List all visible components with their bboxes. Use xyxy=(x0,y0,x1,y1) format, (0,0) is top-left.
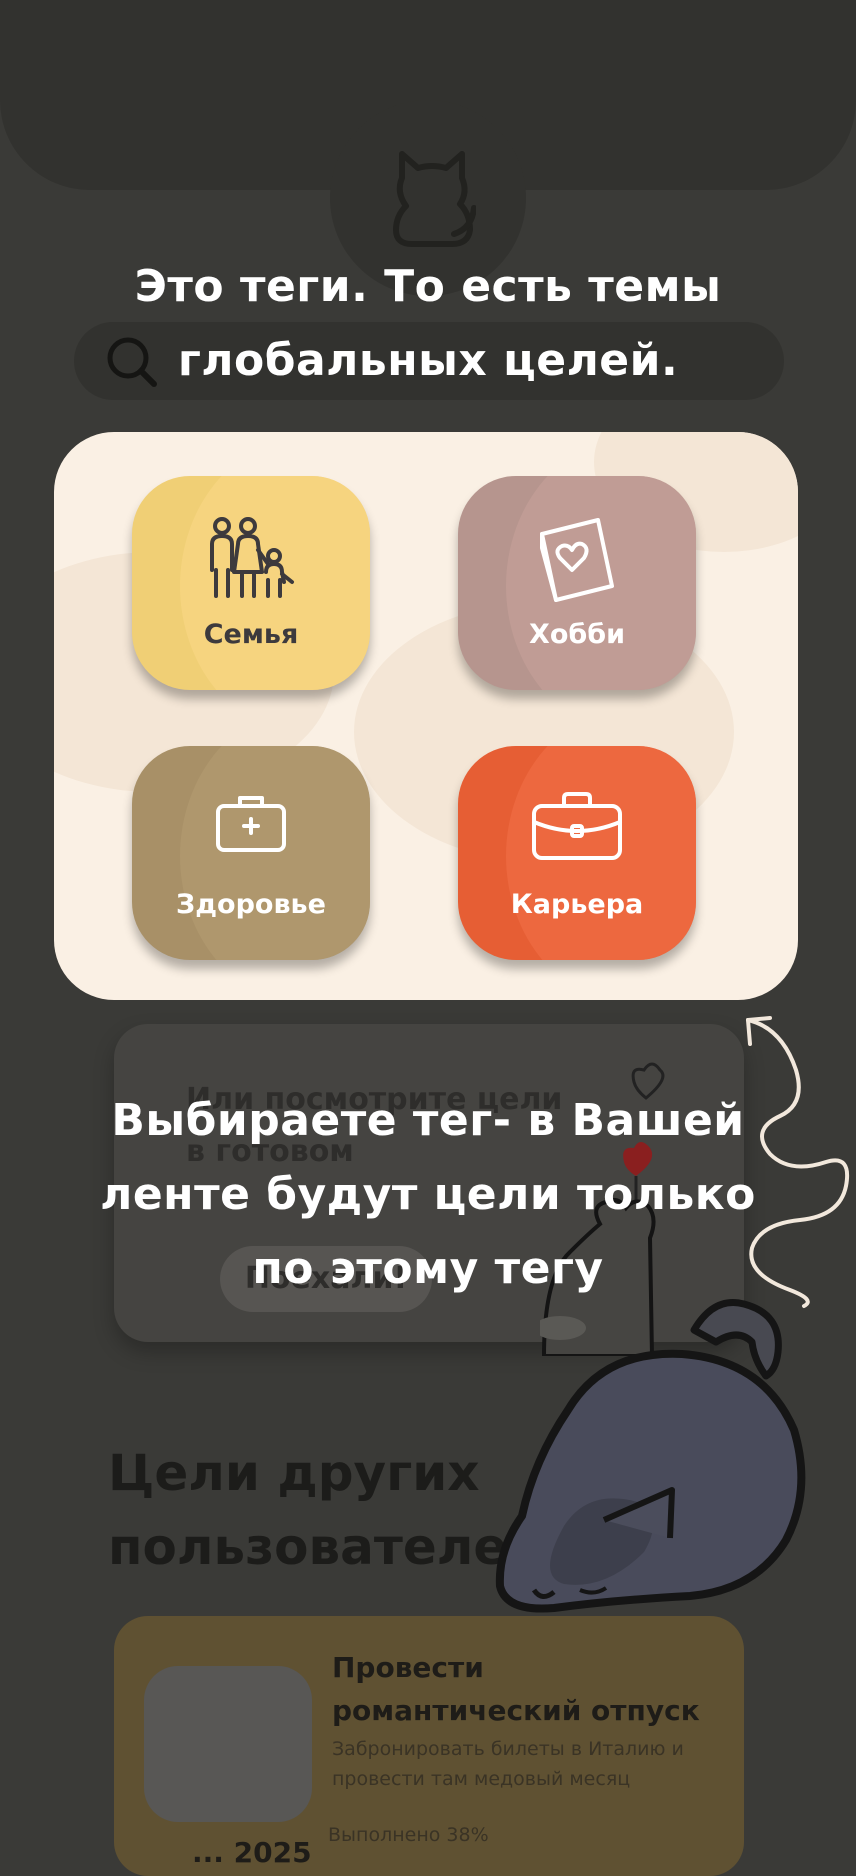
tag-label: Семья xyxy=(203,619,299,650)
goal-date: ... 2025 xyxy=(192,1836,312,1869)
section-title: Цели других пользователей xyxy=(108,1444,543,1576)
cat-illustration xyxy=(495,1299,806,1613)
tag-career[interactable]: Карьера xyxy=(458,746,696,960)
onboarding-tip-tags: Это теги. То есть темы глобальных целей. xyxy=(134,261,722,386)
book-heart-icon xyxy=(540,518,614,602)
briefcase-icon xyxy=(532,792,622,860)
onboarding-tip-filter: Выбираете тег- в Вашей ленте будут цели … xyxy=(100,1095,756,1294)
tag-label: Хобби xyxy=(529,619,625,650)
tag-family[interactable]: Семья xyxy=(132,476,370,690)
cat-icon xyxy=(393,151,476,247)
goal-image xyxy=(144,1666,312,1822)
goal-progress: Выполнено 38% xyxy=(328,1824,489,1846)
tag-hobby[interactable]: Хобби xyxy=(458,476,696,690)
tag-label: Карьера xyxy=(510,889,644,920)
family-icon xyxy=(210,517,294,598)
tag-health[interactable]: Здоровье xyxy=(132,746,370,960)
goal-title: Провести романтический отпуск xyxy=(332,1651,700,1727)
medical-kit-icon xyxy=(216,796,286,852)
tag-label: Здоровье xyxy=(176,889,326,920)
goal-description: Забронировать билеты в Италию и провести… xyxy=(332,1738,684,1790)
